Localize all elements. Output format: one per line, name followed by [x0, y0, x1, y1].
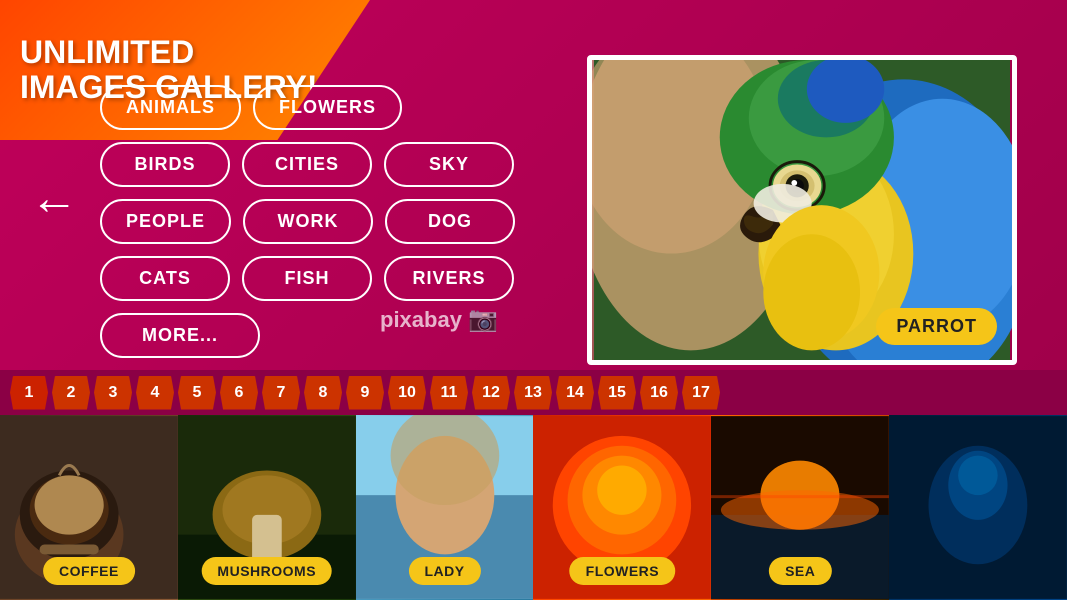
thumbnail-5[interactable] [889, 415, 1067, 600]
camera-icon: 📷 [468, 305, 498, 334]
top-section: UNLIMITED IMAGES GALLERY! ← ANIMALS FLOW… [0, 0, 1067, 390]
thumbnail-4[interactable]: SEA [711, 415, 889, 600]
pixabay-text: pixabay [380, 307, 462, 333]
category-birds[interactable]: BIRDS [100, 142, 230, 187]
back-button[interactable]: ← [30, 175, 78, 223]
page-num-3[interactable]: 3 [94, 376, 132, 410]
page-num-15[interactable]: 15 [598, 376, 636, 410]
page-num-8[interactable]: 8 [304, 376, 342, 410]
thumbnail-3[interactable]: FLOWERS [533, 415, 711, 600]
category-more[interactable]: MORE... [100, 313, 260, 358]
category-cities[interactable]: CITIES [242, 142, 372, 187]
thumb-label-1: MUSHROOMS [201, 557, 332, 585]
page-num-1[interactable]: 1 [10, 376, 48, 410]
category-row-3: CATS FISH RIVERS [100, 256, 515, 301]
main-image-frame[interactable]: PARROT [587, 55, 1017, 365]
category-row-1: BIRDS CITIES SKY [100, 142, 515, 187]
page-num-6[interactable]: 6 [220, 376, 258, 410]
thumbnail-2[interactable]: LADY [356, 415, 534, 600]
thumbnails-strip: COFFEE MUSHROOMS LADY FLOWERS SEA [0, 415, 1067, 600]
page-num-14[interactable]: 14 [556, 376, 594, 410]
thumb-label-0: COFFEE [43, 557, 135, 585]
category-cats[interactable]: CATS [100, 256, 230, 301]
parrot-label: PARROT [876, 308, 997, 345]
thumb-label-3: FLOWERS [570, 557, 676, 585]
category-fish[interactable]: FISH [242, 256, 372, 301]
page-num-4[interactable]: 4 [136, 376, 174, 410]
thumbnail-0[interactable]: COFFEE [0, 415, 178, 600]
parrot-image: PARROT [592, 60, 1012, 360]
page-num-7[interactable]: 7 [262, 376, 300, 410]
pixabay-logo: pixabay 📷 [380, 305, 498, 334]
category-people[interactable]: PEOPLE [100, 199, 231, 244]
thumbnail-1[interactable]: MUSHROOMS [178, 415, 356, 600]
page-num-16[interactable]: 16 [640, 376, 678, 410]
category-row-0: ANIMALS FLOWERS [100, 85, 515, 130]
category-sky[interactable]: SKY [384, 142, 514, 187]
page-num-11[interactable]: 11 [430, 376, 468, 410]
thumb-bg-5 [889, 415, 1067, 600]
category-work[interactable]: WORK [243, 199, 373, 244]
page-num-17[interactable]: 17 [682, 376, 720, 410]
page-num-5[interactable]: 5 [178, 376, 216, 410]
thumb-label-2: LADY [409, 557, 481, 585]
page-num-2[interactable]: 2 [52, 376, 90, 410]
pagination-strip: 1234567891011121314151617 [0, 370, 1067, 415]
category-rivers[interactable]: RIVERS [384, 256, 514, 301]
thumb-label-4: SEA [769, 557, 831, 585]
page-num-10[interactable]: 10 [388, 376, 426, 410]
page-num-12[interactable]: 12 [472, 376, 510, 410]
category-animals[interactable]: ANIMALS [100, 85, 241, 130]
category-row-2: PEOPLE WORK DOG [100, 199, 515, 244]
category-flowers[interactable]: FLOWERS [253, 85, 402, 130]
page-num-13[interactable]: 13 [514, 376, 552, 410]
category-dog[interactable]: DOG [385, 199, 515, 244]
page-num-9[interactable]: 9 [346, 376, 384, 410]
